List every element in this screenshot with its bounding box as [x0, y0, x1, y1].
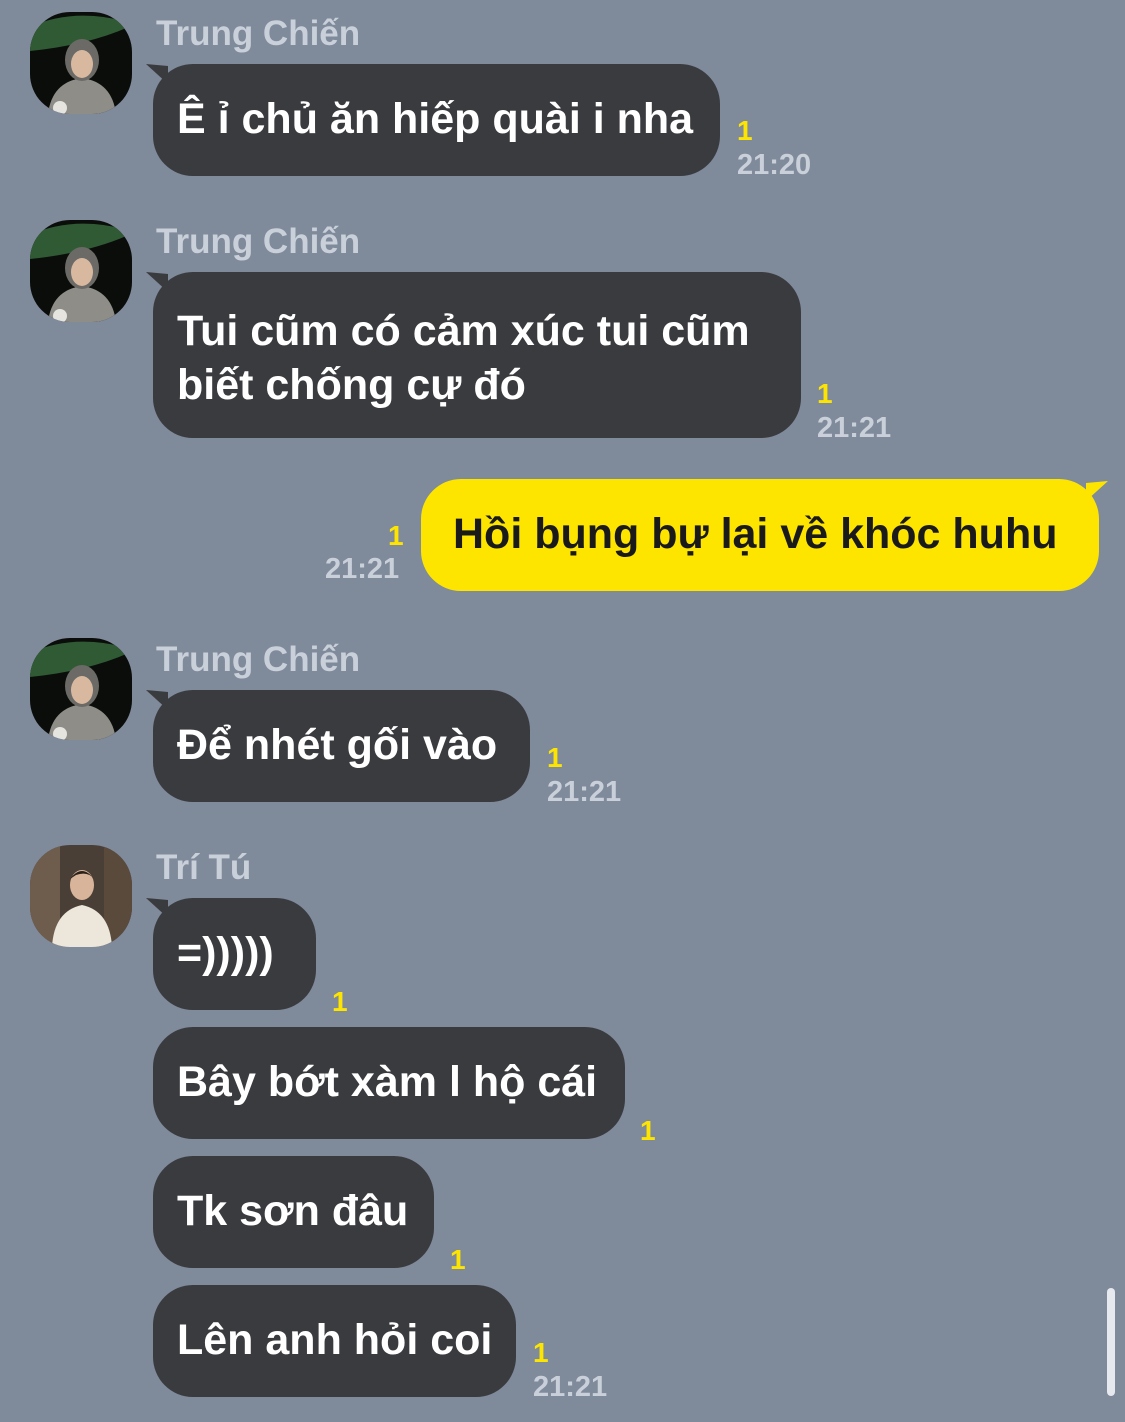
message-bubble[interactable]: Tui cũm có cảm xúc tui cũm biết chống cự…: [153, 272, 801, 438]
message-time: 21:21: [325, 553, 400, 585]
unread-count: 1: [450, 1244, 466, 1275]
message-text: =))))): [177, 929, 274, 977]
avatar-trung-chien[interactable]: [30, 12, 132, 114]
avatar-trung-chien[interactable]: [30, 220, 132, 322]
chat-room[interactable]: Trung Chiến Ê ỉ chủ ăn hiếp quài i nha 1…: [0, 0, 1125, 1422]
scrollbar[interactable]: [1107, 1288, 1115, 1396]
sender-name: Trí Tú: [156, 848, 252, 887]
unread-count: 1: [737, 115, 753, 146]
message-time: 21:21: [547, 776, 622, 808]
sender-name: Trung Chiến: [156, 640, 361, 679]
message-text: Hồi bụng bự lại về khóc huhu: [453, 510, 1058, 558]
message-time: 21:21: [817, 412, 892, 444]
unread-count: 1: [533, 1337, 549, 1368]
message-text: Để nhét gối vào: [177, 721, 498, 769]
unread-count: 1: [640, 1115, 656, 1146]
unread-count: 1: [547, 742, 563, 773]
avatar-trung-chien[interactable]: [30, 638, 132, 740]
unread-count: 1: [332, 986, 348, 1017]
message-time: 21:20: [737, 149, 812, 181]
message-text: Ê ỉ chủ ăn hiếp quài i nha: [177, 95, 694, 143]
unread-count: 1: [388, 520, 404, 551]
message-text: Tk sơn đâu: [177, 1187, 409, 1235]
message-bubble[interactable]: Để nhét gối vào: [153, 690, 530, 802]
my-message-bubble[interactable]: Hồi bụng bự lại về khóc huhu: [421, 479, 1099, 591]
sender-name: Trung Chiến: [156, 14, 361, 53]
message-bubble[interactable]: =))))): [153, 898, 316, 1010]
bubble-tail: [1086, 481, 1108, 501]
avatar-photo-icon: [30, 845, 132, 947]
message-bubble[interactable]: Lên anh hỏi coi: [153, 1285, 516, 1397]
message-bubble[interactable]: Ê ỉ chủ ăn hiếp quài i nha: [153, 64, 720, 176]
sender-name: Trung Chiến: [156, 222, 361, 261]
unread-count: 1: [817, 378, 833, 409]
message-text: Lên anh hỏi coi: [177, 1316, 493, 1364]
message-text: Tui cũm có cảm xúc tui cũm biết chống cự…: [177, 307, 750, 409]
message-bubble[interactable]: Bây bớt xàm l hộ cái: [153, 1027, 625, 1139]
avatar-photo-icon: [30, 220, 132, 322]
message-text: Bây bớt xàm l hộ cái: [177, 1058, 598, 1106]
avatar-photo-icon: [30, 12, 132, 114]
message-time: 21:21: [533, 1371, 608, 1403]
message-bubble[interactable]: Tk sơn đâu: [153, 1156, 434, 1268]
avatar-tri-tu[interactable]: [30, 845, 132, 947]
avatar-photo-icon: [30, 638, 132, 740]
